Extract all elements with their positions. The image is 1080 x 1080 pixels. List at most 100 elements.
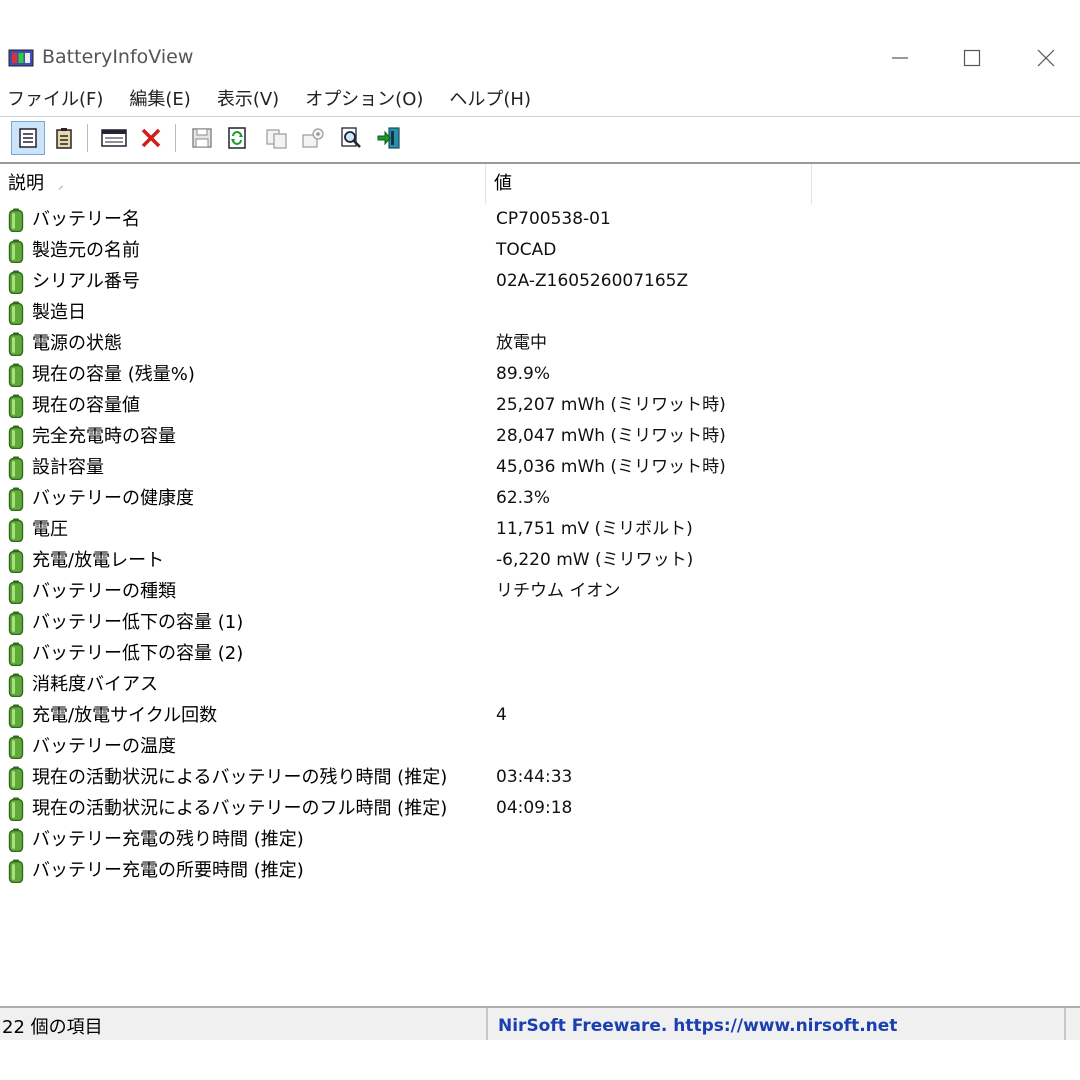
title-bar: BatteryInfoView: [0, 30, 1080, 86]
minimize-icon: [892, 57, 908, 59]
app-window: BatteryInfoView ファイル(F) 編集(E) 表示(V) オプショ…: [0, 30, 1080, 1040]
battery-icon: [8, 208, 24, 232]
battery-log-mode-button[interactable]: [47, 121, 81, 155]
nirsoft-link[interactable]: NirSoft Freeware. https://www.nirsoft.ne…: [498, 1008, 897, 1044]
row-description: シリアル番号: [32, 271, 140, 292]
table-row[interactable]: バッテリーの温度: [0, 731, 1080, 762]
toolbar-separator: [175, 124, 176, 152]
list-header: 説明 ⸝ 値: [0, 164, 1080, 204]
row-value: 4: [496, 705, 507, 725]
table-row[interactable]: 電圧 11,751 mV (ミリボルト): [0, 514, 1080, 545]
table-row[interactable]: バッテリー充電の残り時間 (推定): [0, 824, 1080, 855]
battery-info-mode-button[interactable]: [11, 121, 45, 155]
column-header-value-label: 値: [494, 173, 512, 194]
menu-file[interactable]: ファイル(F): [0, 86, 111, 116]
table-row[interactable]: バッテリー名 CP700538-01: [0, 204, 1080, 235]
table-row[interactable]: 現在の活動状況によるバッテリーの残り時間 (推定) 03:44:33: [0, 762, 1080, 793]
find-icon: [341, 127, 361, 148]
row-description: バッテリーの温度: [32, 736, 176, 757]
refresh-icon: [228, 127, 246, 149]
column-header-value[interactable]: 値: [486, 164, 812, 204]
window-title: BatteryInfoView: [42, 46, 194, 68]
row-description: バッテリーの健康度: [32, 488, 194, 509]
row-description: バッテリーの種類: [32, 581, 176, 602]
table-row[interactable]: 現在の容量値 25,207 mWh (ミリワット時): [0, 390, 1080, 421]
row-value: 45,036 mWh (ミリワット時): [496, 457, 726, 477]
row-description: 充電/放電サイクル回数: [32, 705, 218, 726]
row-value: 28,047 mWh (ミリワット時): [496, 426, 726, 446]
maximize-button[interactable]: [942, 40, 1002, 76]
table-row[interactable]: バッテリー充電の所要時間 (推定): [0, 855, 1080, 886]
toolbar: [0, 116, 1080, 160]
menu-view[interactable]: 表示(V): [209, 86, 287, 116]
refresh-button[interactable]: [220, 121, 254, 155]
battery-icon: [8, 301, 24, 325]
minimize-button[interactable]: [870, 40, 930, 76]
row-description: バッテリー充電の所要時間 (推定): [32, 860, 304, 881]
battery-icon: [8, 394, 24, 418]
row-value: 04:09:18: [496, 798, 573, 818]
copy-button[interactable]: [260, 121, 294, 155]
table-row[interactable]: 現在の容量 (残量%) 89.9%: [0, 359, 1080, 390]
row-value: 62.3%: [496, 488, 551, 508]
battery-icon: [8, 456, 24, 480]
battery-icon: [8, 828, 24, 852]
window-properties-icon: [101, 129, 127, 147]
table-row[interactable]: バッテリーの種類 リチウム イオン: [0, 576, 1080, 607]
row-value: 89.9%: [496, 364, 551, 384]
battery-icon: [8, 270, 24, 294]
sort-arrow-icon: ⸝: [58, 179, 64, 192]
row-description: 現在の活動状況によるバッテリーのフル時間 (推定): [32, 798, 448, 819]
battery-icon: [8, 487, 24, 511]
close-button[interactable]: [1016, 40, 1076, 76]
menu-edit[interactable]: 編集(E): [121, 86, 198, 116]
column-header-description[interactable]: 説明 ⸝: [0, 164, 486, 204]
row-description: 充電/放電レート: [32, 550, 165, 571]
maximize-icon: [963, 49, 981, 67]
toolbar-separator: [87, 124, 88, 152]
battery-icon: [8, 518, 24, 542]
menu-options[interactable]: オプション(O): [297, 86, 431, 116]
battery-info-list[interactable]: 説明 ⸝ 値 バッテリー名 CP700538-01 製造元の名前 TOCAD シリアル…: [0, 162, 1080, 1004]
item-count: 22 個の項目: [0, 1008, 488, 1040]
menu-bar: ファイル(F) 編集(E) 表示(V) オプション(O) ヘルプ(H): [0, 86, 1080, 116]
table-row[interactable]: バッテリーの健康度 62.3%: [0, 483, 1080, 514]
battery-icon: [8, 704, 24, 728]
row-value: 放電中: [496, 333, 547, 353]
battery-icon: [8, 425, 24, 449]
exit-icon: [377, 127, 400, 149]
row-value: -6,220 mW (ミリワット): [496, 550, 694, 570]
battery-icon: [8, 549, 24, 573]
row-description: 現在の容量 (残量%): [32, 364, 195, 385]
table-row[interactable]: 現在の活動状況によるバッテリーのフル時間 (推定) 04:09:18: [0, 793, 1080, 824]
menu-help[interactable]: ヘルプ(H): [441, 86, 539, 116]
delete-button[interactable]: [134, 121, 168, 155]
row-description: 電源の状態: [32, 333, 122, 354]
battery-icon: [8, 735, 24, 759]
properties-button[interactable]: [296, 121, 330, 155]
battery-icon: [8, 642, 24, 666]
table-row[interactable]: 製造元の名前 TOCAD: [0, 235, 1080, 266]
row-description: 現在の容量値: [32, 395, 140, 416]
window-properties-button[interactable]: [97, 121, 131, 155]
row-description: バッテリー充電の残り時間 (推定): [32, 829, 304, 850]
table-row[interactable]: バッテリー低下の容量 (2): [0, 638, 1080, 669]
row-description: 電圧: [32, 519, 68, 540]
table-row[interactable]: 充電/放電サイクル回数 4: [0, 700, 1080, 731]
table-row[interactable]: 設計容量 45,036 mWh (ミリワット時): [0, 452, 1080, 483]
find-button[interactable]: [334, 121, 368, 155]
table-row[interactable]: 製造日: [0, 297, 1080, 328]
table-row[interactable]: 完全充電時の容量 28,047 mWh (ミリワット時): [0, 421, 1080, 452]
table-row[interactable]: 電源の状態 放電中: [0, 328, 1080, 359]
table-row[interactable]: 消耗度バイアス: [0, 669, 1080, 700]
row-description: バッテリー低下の容量 (2): [32, 643, 244, 664]
list-rows: バッテリー名 CP700538-01 製造元の名前 TOCAD シリアル番号 02A-…: [0, 204, 1080, 886]
row-description: 設計容量: [32, 457, 104, 478]
table-row[interactable]: バッテリー低下の容量 (1): [0, 607, 1080, 638]
row-value: 25,207 mWh (ミリワット時): [496, 395, 726, 415]
table-row[interactable]: 充電/放電レート -6,220 mW (ミリワット): [0, 545, 1080, 576]
exit-button[interactable]: [372, 121, 406, 155]
table-row[interactable]: シリアル番号 02A-Z160526007165Z: [0, 266, 1080, 297]
save-button[interactable]: [185, 121, 219, 155]
battery-icon: [8, 332, 24, 356]
